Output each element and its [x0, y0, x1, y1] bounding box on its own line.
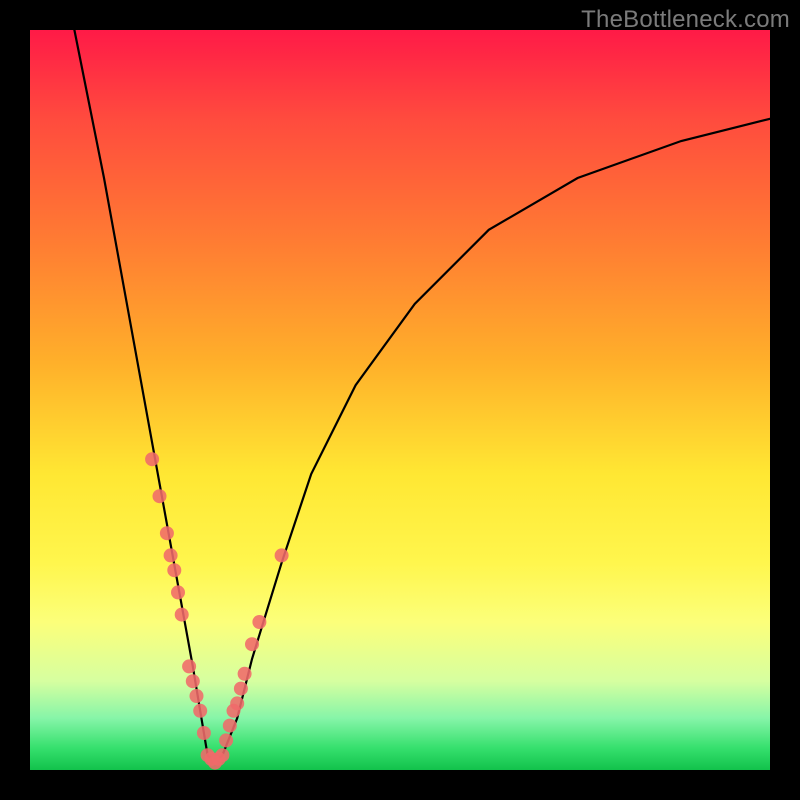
plot-area	[30, 30, 770, 770]
marker-dot	[164, 548, 178, 562]
marker-dot	[219, 733, 233, 747]
marker-dot	[175, 608, 189, 622]
marker-dot	[182, 659, 196, 673]
marker-dot	[193, 704, 207, 718]
chart-frame: TheBottleneck.com	[0, 0, 800, 800]
marker-dot	[153, 489, 167, 503]
marker-dot	[190, 689, 204, 703]
marker-dot	[245, 637, 259, 651]
marker-dot	[186, 674, 200, 688]
bottleneck-curve	[74, 30, 770, 763]
marker-dot	[275, 548, 289, 562]
marker-dot	[252, 615, 266, 629]
marker-dot	[238, 667, 252, 681]
marker-dot	[223, 719, 237, 733]
marker-dot	[171, 585, 185, 599]
marker-dot	[234, 682, 248, 696]
marker-dot	[167, 563, 181, 577]
marker-dot	[145, 452, 159, 466]
marker-dot	[160, 526, 174, 540]
marker-dot	[197, 726, 211, 740]
marker-dot	[215, 748, 229, 762]
chart-svg	[30, 30, 770, 770]
marker-dot	[230, 696, 244, 710]
